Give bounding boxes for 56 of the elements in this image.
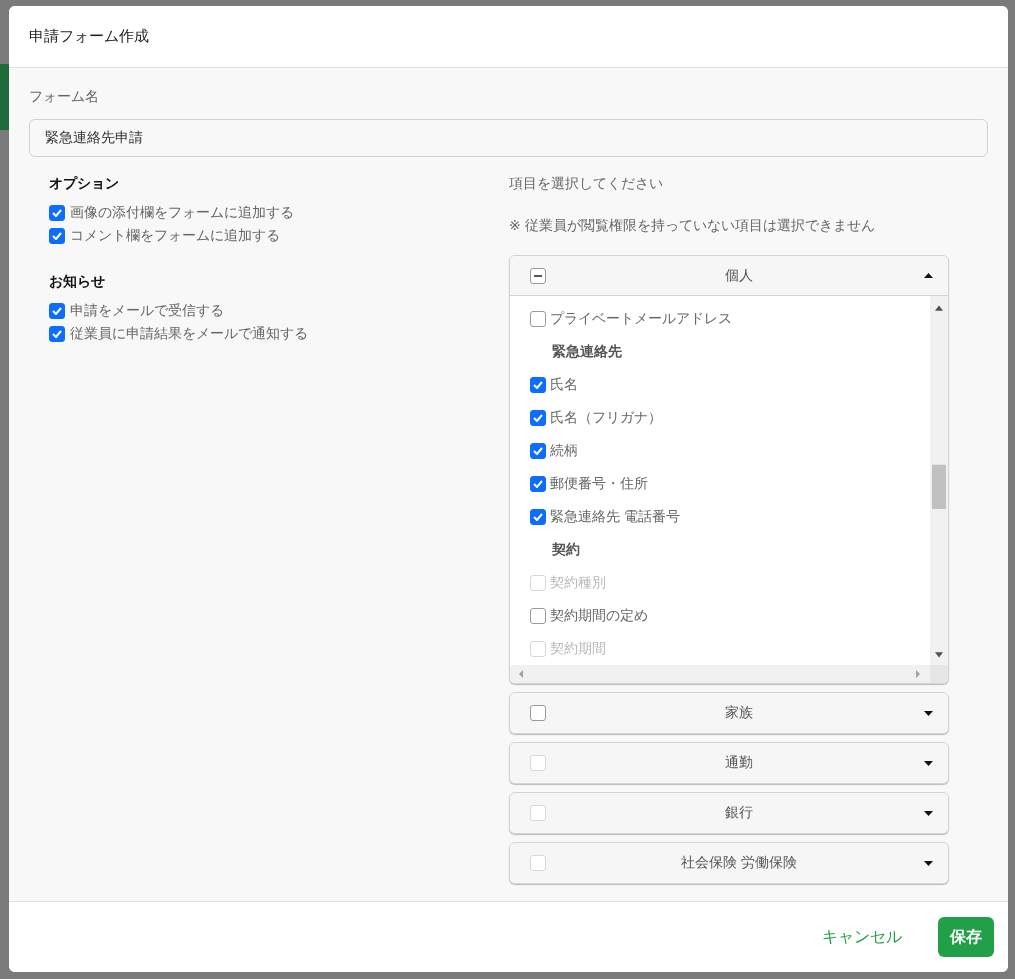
checkbox-label: 契約期間 — [550, 639, 606, 658]
checkbox[interactable] — [530, 409, 546, 426]
checkbox[interactable] — [530, 475, 546, 492]
instruction-text: 項目を選択してください — [509, 175, 663, 193]
group-header[interactable]: 個人 — [510, 256, 948, 296]
form-name-field[interactable]: 緊急連絡先申請 — [29, 119, 988, 157]
checkbox-label: 緊急連絡先 電話番号 — [550, 507, 681, 526]
checkbox-label: プライベートメールアドレス — [550, 309, 732, 328]
check-icon — [533, 512, 543, 521]
check-icon — [52, 329, 62, 338]
caret-down-icon — [923, 760, 933, 766]
checkbox[interactable] — [530, 310, 546, 327]
checkbox[interactable] — [530, 705, 546, 721]
check-icon — [533, 413, 543, 422]
section-title: お知らせ — [49, 273, 105, 291]
check-icon — [52, 306, 62, 315]
checkbox[interactable] — [530, 442, 546, 459]
minus-icon — [534, 274, 542, 277]
checkbox[interactable] — [530, 508, 546, 525]
section-title: オプション — [49, 175, 119, 193]
caret-down-icon — [923, 710, 933, 716]
check-icon — [533, 380, 543, 389]
checkbox[interactable] — [49, 325, 65, 342]
horizontal-scrollbar[interactable] — [510, 665, 930, 683]
checkbox-label: 画像の添付欄をフォームに追加する — [70, 203, 294, 222]
check-icon — [52, 231, 62, 240]
checkbox[interactable] — [530, 267, 546, 284]
checkbox-label: 従業員に申請結果をメールで通知する — [70, 324, 308, 343]
checkbox[interactable] — [530, 607, 546, 624]
checkbox-label: 郵便番号・住所 — [550, 474, 648, 493]
check-icon — [533, 446, 543, 455]
note-text: ※ 従業員が閲覧権限を持っていない項目は選択できません — [509, 217, 876, 235]
checkbox[interactable] — [49, 227, 65, 244]
check-icon — [52, 208, 62, 217]
vertical-scrollbar[interactable] — [930, 296, 948, 665]
group-header[interactable]: 家族 — [510, 693, 948, 733]
checkbox[interactable] — [49, 204, 65, 221]
checkbox[interactable] — [530, 376, 546, 393]
subgroup-heading: 契約 — [551, 540, 581, 559]
scrollbar-corner — [930, 665, 948, 683]
caret-down-icon — [923, 810, 933, 816]
checkbox-label: 契約期間の定め — [550, 606, 648, 625]
caret-down-icon — [923, 860, 933, 866]
checkbox[interactable] — [49, 302, 65, 319]
checkbox-label: 申請をメールで受信する — [70, 301, 224, 320]
checkbox-label: 氏名 — [550, 375, 578, 394]
subgroup-heading: 緊急連絡先 — [551, 342, 623, 361]
caret-up-icon — [923, 273, 933, 278]
checkbox-label: 続柄 — [550, 441, 578, 460]
check-icon — [533, 479, 543, 488]
cancel-button[interactable]: キャンセル — [810, 917, 914, 957]
checkbox-label: 氏名（フリガナ） — [550, 408, 662, 427]
checkbox-label: コメント欄をフォームに追加する — [70, 226, 280, 245]
field-label: フォーム名 — [29, 88, 99, 106]
checkbox-label: 契約種別 — [550, 573, 606, 592]
dialog-title: 申請フォーム作成 — [29, 27, 149, 46]
